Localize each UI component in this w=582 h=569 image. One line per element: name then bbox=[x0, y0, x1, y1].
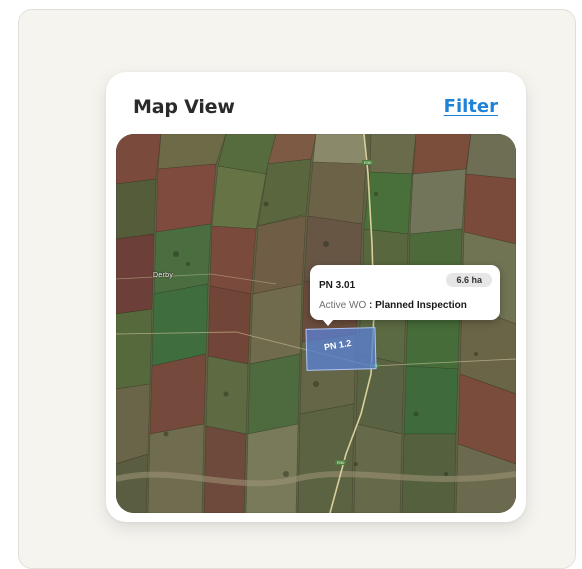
card-title: Map View bbox=[133, 96, 235, 118]
map-view-card: Map View Filter Derby R30 R30 PN 1.2 PN … bbox=[106, 72, 526, 522]
filter-link[interactable]: Filter bbox=[444, 96, 498, 117]
satellite-imagery bbox=[116, 134, 516, 513]
dashboard-panel: Map View Filter Derby R30 R30 PN 1.2 PN … bbox=[18, 9, 576, 569]
active-wo-separator: : bbox=[369, 300, 373, 311]
selected-parcel[interactable]: PN 1.2 bbox=[305, 327, 377, 371]
active-wo-line: Active WO : Planned Inspection bbox=[319, 300, 467, 311]
active-wo-label: Active WO bbox=[319, 300, 367, 311]
satellite-map[interactable]: Derby R30 R30 R30 PN 1.2 PN 3.01 6.6 ha … bbox=[116, 134, 516, 513]
road-tag: R30 bbox=[335, 460, 347, 465]
parcel-label: PN 1.2 bbox=[323, 337, 353, 353]
parcel-info-popup[interactable]: PN 3.01 6.6 ha Active WO : Planned Inspe… bbox=[310, 265, 500, 326]
active-wo-value: Planned Inspection bbox=[375, 300, 467, 311]
road-tag: R30 bbox=[362, 160, 374, 165]
town-label: Derby bbox=[153, 272, 174, 279]
area-badge: 6.6 ha bbox=[446, 273, 492, 287]
popup-parcel-name: PN 3.01 bbox=[319, 280, 356, 291]
